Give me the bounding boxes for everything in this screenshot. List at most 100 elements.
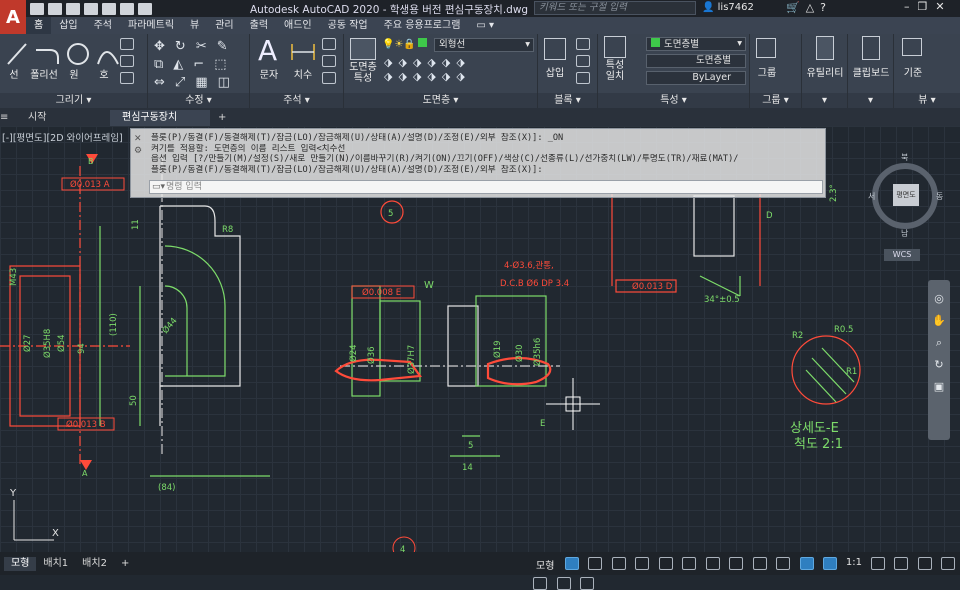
tab-drawing[interactable]: 편심구동장치*✕ <box>110 110 210 139</box>
group-button[interactable]: 그룹 <box>752 64 782 79</box>
tab-layout1[interactable]: 배치1 <box>36 557 75 571</box>
customize-menu-icon[interactable] <box>580 577 594 590</box>
clean-screen-icon[interactable] <box>556 577 571 590</box>
tab-parametric[interactable]: 파라메트릭 <box>120 17 182 34</box>
lineweight-dropdown[interactable]: ByLayer <box>646 71 746 85</box>
layer-properties-button[interactable]: 도면층 특성 <box>346 62 380 84</box>
viewcube-west[interactable]: 서 <box>868 191 875 202</box>
save-icon[interactable] <box>66 2 80 15</box>
layer-tool-8-icon[interactable]: ⬗ <box>398 70 412 83</box>
fillet-icon[interactable]: ⌐ <box>193 57 214 72</box>
steering-wheel-icon[interactable]: ◎ <box>932 288 946 310</box>
tab-manage[interactable]: 관리 <box>207 17 241 34</box>
offset-icon[interactable]: ◫ <box>218 75 240 90</box>
close-icon[interactable]: ✕ <box>935 0 952 13</box>
add-layout-button[interactable]: + <box>114 557 136 571</box>
dynamic-input-icon[interactable] <box>635 557 650 570</box>
new-file-icon[interactable] <box>30 2 44 15</box>
infer-icon[interactable] <box>611 557 626 570</box>
tab-annotate[interactable]: 주석 <box>86 17 120 34</box>
undo-icon[interactable] <box>120 2 134 15</box>
copy-icon[interactable]: ⧉ <box>154 57 173 72</box>
snap-icon[interactable] <box>588 557 603 570</box>
hatch-icon[interactable] <box>120 55 134 67</box>
text-button[interactable]: 문자 <box>254 66 284 81</box>
match-properties-button[interactable]: 특성 일치 <box>600 60 630 82</box>
tab-start[interactable]: 시작 <box>16 110 108 126</box>
redo-icon[interactable] <box>138 2 152 15</box>
insert-button[interactable]: 삽입 <box>540 64 570 79</box>
block-attr-icon[interactable] <box>576 72 590 84</box>
move-icon[interactable]: ✥ <box>154 39 175 54</box>
utilities-panel-dropdown[interactable]: ▾ <box>802 93 847 108</box>
layer-tool-5-icon[interactable]: ⬗ <box>442 56 456 69</box>
linetype-dropdown[interactable]: 도면층별 <box>646 54 746 68</box>
table-icon[interactable] <box>322 72 336 84</box>
viewcube-face[interactable]: 평면도 <box>893 184 919 206</box>
exchange-icon[interactable]: △ <box>806 1 820 14</box>
layer-dropdown[interactable]: 외형선 ▾ <box>434 38 534 52</box>
erase-icon[interactable]: ✎ <box>217 39 238 54</box>
app-menu-button[interactable]: A <box>0 0 26 34</box>
trim-icon[interactable]: ✂ <box>196 39 217 54</box>
file-tab-menu-icon[interactable]: ≡ <box>0 110 14 126</box>
lineweight-icon[interactable] <box>776 557 791 570</box>
tab-extra-toggle[interactable]: ▭ ▾ <box>468 17 502 34</box>
base-view-button[interactable]: 기준 <box>898 64 928 79</box>
layer-tool-4-icon[interactable]: ⬗ <box>427 56 441 69</box>
print-icon[interactable] <box>102 2 116 15</box>
command-window[interactable]: ✕ ⚙ 플롯(P)/동결(F)/동결해제(T)/잠금(LO)/잠금해제(U)/상태… <box>130 128 826 198</box>
zoom-icon[interactable]: ⌕ <box>932 332 946 354</box>
ortho-icon[interactable] <box>658 557 673 570</box>
workspace-gear-icon[interactable] <box>870 557 885 570</box>
groups-panel-title[interactable]: 그룹 ▾ <box>750 93 801 108</box>
grid-icon[interactable] <box>564 557 579 570</box>
auto-scale-icon[interactable] <box>823 557 838 570</box>
layer-tool-12-icon[interactable]: ⬗ <box>456 70 470 83</box>
layer-on-icon[interactable]: 💡 <box>382 39 394 50</box>
cart-icon[interactable]: 🛒 <box>786 1 806 14</box>
clipboard-button[interactable]: 클립보드 <box>848 64 894 79</box>
restore-icon[interactable]: ❐ <box>918 0 936 13</box>
pan-icon[interactable]: ✋ <box>932 310 946 332</box>
dimension-button[interactable]: 치수 <box>288 66 318 81</box>
dim-style-icon[interactable] <box>322 55 336 67</box>
help-icon[interactable]: ? <box>820 1 832 14</box>
properties-panel-title[interactable]: 특성 ▾ <box>598 93 749 108</box>
tab-home[interactable]: 홈 <box>26 17 52 34</box>
utilities-button[interactable]: 유틸리티 <box>802 64 848 79</box>
annotation-panel-title[interactable]: 주석 ▾ <box>250 93 343 108</box>
tab-addins[interactable]: 애드인 <box>276 17 320 34</box>
polyline-button[interactable]: 폴리선 <box>28 66 60 81</box>
layer-tool-7-icon[interactable]: ⬗ <box>384 70 398 83</box>
annotation-visibility-icon[interactable] <box>799 557 814 570</box>
modify-panel-title[interactable]: 수정 ▾ <box>148 93 249 108</box>
showmotion-icon[interactable]: ▣ <box>932 376 946 398</box>
open-file-icon[interactable] <box>48 2 62 15</box>
scale-icon[interactable]: ⤢ <box>175 75 195 90</box>
rectangle-icon[interactable] <box>120 38 134 50</box>
circle-button[interactable]: 원 <box>64 66 84 81</box>
viewcube-east[interactable]: 동 <box>936 191 943 202</box>
object-snap-tracking-icon[interactable] <box>729 557 744 570</box>
leader-icon[interactable] <box>322 38 336 50</box>
line-button[interactable]: 선 <box>4 66 24 81</box>
layer-tool-1-icon[interactable]: ⬗ <box>384 56 398 69</box>
draw-panel-title[interactable]: 그리기 ▾ <box>0 93 147 108</box>
layer-tool-9-icon[interactable]: ⬗ <box>413 70 427 83</box>
search-input[interactable]: 키워드 또는 구절 입력 <box>534 1 696 15</box>
color-dropdown[interactable]: 도면층별 ▾ <box>646 37 746 51</box>
viewcube-south[interactable]: 남 <box>901 228 908 239</box>
annotation-scale[interactable]: 1:1 <box>846 557 862 568</box>
layer-tool-3-icon[interactable]: ⬗ <box>413 56 427 69</box>
user-account[interactable]: 👤 lis7462 <box>702 2 754 13</box>
model-space-button[interactable]: 모형 <box>536 557 554 572</box>
tab-insert[interactable]: 삽입 <box>51 17 85 34</box>
arc-button[interactable]: 호 <box>94 66 114 81</box>
polar-icon[interactable] <box>682 557 697 570</box>
boundary-icon[interactable] <box>120 72 134 84</box>
tab-output[interactable]: 출력 <box>242 17 276 34</box>
explode-icon[interactable]: ⬚ <box>214 57 236 72</box>
clipboard-panel-dropdown[interactable]: ▾ <box>848 93 893 108</box>
new-tab-button[interactable]: + <box>212 110 232 126</box>
